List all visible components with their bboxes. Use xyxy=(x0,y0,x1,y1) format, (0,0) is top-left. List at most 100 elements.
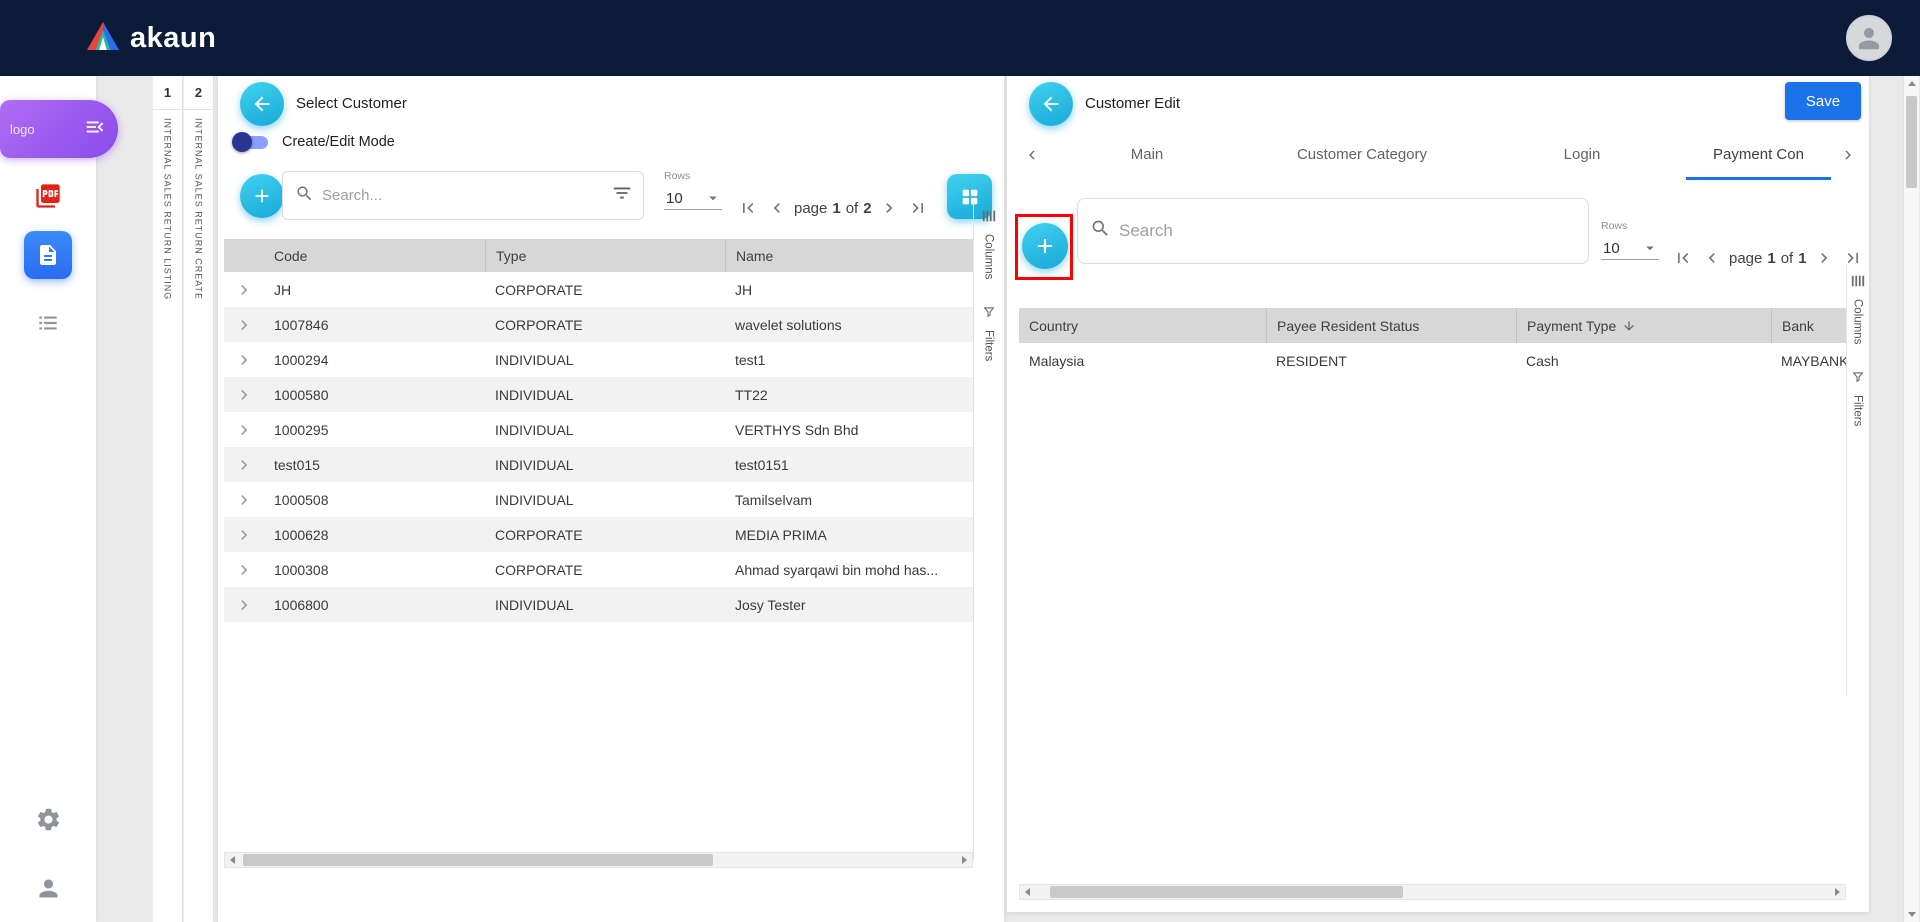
scroll-track[interactable] xyxy=(241,853,956,867)
workspace-tab-1-label[interactable]: INTERNAL SALES RETURN LISTING xyxy=(163,118,173,300)
header-name[interactable]: Name xyxy=(725,239,973,272)
rows-select[interactable]: 10 xyxy=(1601,236,1659,260)
cell-code: test015 xyxy=(264,457,485,473)
row-expand-icon[interactable] xyxy=(224,315,264,335)
filters-funnel-icon[interactable] xyxy=(1851,370,1865,389)
toggle-thumb xyxy=(232,132,252,152)
rows-select[interactable]: 10 xyxy=(664,186,722,210)
scroll-thumb[interactable] xyxy=(243,854,713,866)
scroll-up-arrow[interactable] xyxy=(1904,76,1919,92)
filters-label[interactable]: Filters xyxy=(983,330,995,361)
columns-grip-icon[interactable] xyxy=(982,209,996,228)
scroll-left-arrow[interactable] xyxy=(225,853,241,867)
table-row[interactable]: 1000294 INDIVIDUAL test1 xyxy=(224,342,973,377)
workspace-tab-2-label[interactable]: INTERNAL SALES RETURN CREATE xyxy=(194,118,204,300)
cell-name: VERTHYS Sdn Bhd xyxy=(725,422,973,438)
add-customer-button[interactable] xyxy=(240,174,284,218)
table-row[interactable]: test015 INDIVIDUAL test0151 xyxy=(224,447,973,482)
header-payment-type[interactable]: Payment Type xyxy=(1516,308,1771,343)
settings-gear-icon[interactable] xyxy=(33,804,63,834)
cell-type: INDIVIDUAL xyxy=(485,387,725,403)
row-expand-icon[interactable] xyxy=(224,490,264,510)
sort-descending-icon[interactable] xyxy=(1622,319,1636,333)
back-button[interactable] xyxy=(240,82,284,126)
workspace-tab-2-number[interactable]: 2 xyxy=(184,76,213,110)
documents-module-button[interactable] xyxy=(24,231,72,279)
header-country[interactable]: Country xyxy=(1019,308,1266,343)
scroll-right-arrow[interactable] xyxy=(1829,885,1845,899)
select-customer-panel: Select Customer Create/Edit Mode Rows 10 xyxy=(218,76,1004,922)
header-bank[interactable]: Bank xyxy=(1771,308,1846,343)
table-row[interactable]: 1000508 INDIVIDUAL Tamilselvam xyxy=(224,482,973,517)
table-row[interactable]: 1000628 CORPORATE MEDIA PRIMA xyxy=(224,517,973,552)
back-button[interactable] xyxy=(1029,82,1073,126)
next-page-button[interactable] xyxy=(1812,246,1836,270)
create-edit-mode-toggle[interactable] xyxy=(232,132,270,152)
columns-label[interactable]: Columns xyxy=(983,234,995,279)
cell-code: 1007846 xyxy=(264,317,485,333)
table-row[interactable]: 1000308 CORPORATE Ahmad syarqawi bin moh… xyxy=(224,552,973,587)
table-row[interactable]: 1006800 INDIVIDUAL Josy Tester xyxy=(224,587,973,622)
scroll-track[interactable] xyxy=(1036,885,1829,899)
sidebar-collapse-icon[interactable] xyxy=(84,116,106,143)
last-page-button[interactable] xyxy=(906,196,930,220)
workspace-tab-1[interactable]: 1 INTERNAL SALES RETURN LISTING xyxy=(152,76,183,922)
prev-page-button[interactable] xyxy=(765,196,789,220)
table-row[interactable]: JH CORPORATE JH xyxy=(224,272,973,307)
tab-login[interactable]: Login xyxy=(1517,132,1647,177)
cell-name: Josy Tester xyxy=(725,597,973,613)
scroll-left-arrow[interactable] xyxy=(1020,885,1036,899)
cell-country: Malaysia xyxy=(1019,353,1266,369)
row-expand-icon[interactable] xyxy=(224,455,264,475)
table-horizontal-scrollbar[interactable] xyxy=(224,852,973,868)
row-expand-icon[interactable] xyxy=(224,420,264,440)
list-menu-icon[interactable] xyxy=(33,308,63,338)
page-vertical-scrollbar[interactable] xyxy=(1903,76,1919,922)
next-page-button[interactable] xyxy=(877,196,901,220)
scroll-down-arrow[interactable] xyxy=(1904,906,1919,922)
row-expand-icon[interactable] xyxy=(224,385,264,405)
cell-bank: MAYBANK xyxy=(1771,353,1846,369)
columns-label[interactable]: Columns xyxy=(1852,299,1864,344)
table-row[interactable]: Malaysia RESIDENT Cash MAYBANK xyxy=(1019,343,1846,378)
scroll-thumb[interactable] xyxy=(1906,96,1917,188)
tabs-scroll-right-icon[interactable] xyxy=(1835,142,1861,168)
pdf-export-icon[interactable] xyxy=(33,181,63,211)
tab-payment-config[interactable]: Payment Con xyxy=(1686,132,1831,177)
sidebar-logo-box[interactable]: logo xyxy=(0,100,118,158)
first-page-button[interactable] xyxy=(1671,246,1695,270)
filter-list-icon[interactable] xyxy=(611,182,633,209)
first-page-button[interactable] xyxy=(736,196,760,220)
cell-payee-resident-status: RESIDENT xyxy=(1266,353,1516,369)
workspace-tab-1-number[interactable]: 1 xyxy=(153,76,182,110)
header-code[interactable]: Code xyxy=(264,239,485,272)
profile-person-icon[interactable] xyxy=(33,873,63,903)
payment-search-input[interactable] xyxy=(1119,221,1578,241)
tab-main[interactable]: Main xyxy=(1087,132,1207,177)
filters-funnel-icon[interactable] xyxy=(982,305,996,324)
table-row[interactable]: 1007846 CORPORATE wavelet solutions xyxy=(224,307,973,342)
workspace-tab-2[interactable]: 2 INTERNAL SALES RETURN CREATE xyxy=(183,76,214,922)
prev-page-button[interactable] xyxy=(1700,246,1724,270)
user-avatar[interactable] xyxy=(1846,15,1892,61)
filters-label[interactable]: Filters xyxy=(1852,395,1864,426)
columns-grip-icon[interactable] xyxy=(1851,274,1865,293)
scroll-thumb[interactable] xyxy=(1050,886,1403,898)
table-row[interactable]: 1000295 INDIVIDUAL VERTHYS Sdn Bhd xyxy=(224,412,973,447)
header-type[interactable]: Type xyxy=(485,239,725,272)
table-horizontal-scrollbar[interactable] xyxy=(1019,884,1846,900)
header-payee-resident-status[interactable]: Payee Resident Status xyxy=(1266,308,1516,343)
table-row[interactable]: 1000580 INDIVIDUAL TT22 xyxy=(224,377,973,412)
scroll-right-arrow[interactable] xyxy=(956,853,972,867)
row-expand-icon[interactable] xyxy=(224,280,264,300)
tabs-scroll-left-icon[interactable] xyxy=(1019,142,1045,168)
save-button[interactable]: Save xyxy=(1785,82,1861,120)
row-expand-icon[interactable] xyxy=(224,350,264,370)
cell-name: JH xyxy=(725,282,973,298)
brand-name: akaun xyxy=(130,22,216,55)
row-expand-icon[interactable] xyxy=(224,525,264,545)
row-expand-icon[interactable] xyxy=(224,595,264,615)
row-expand-icon[interactable] xyxy=(224,560,264,580)
customer-search-input[interactable] xyxy=(322,187,611,204)
tab-customer-category[interactable]: Customer Category xyxy=(1237,132,1487,177)
